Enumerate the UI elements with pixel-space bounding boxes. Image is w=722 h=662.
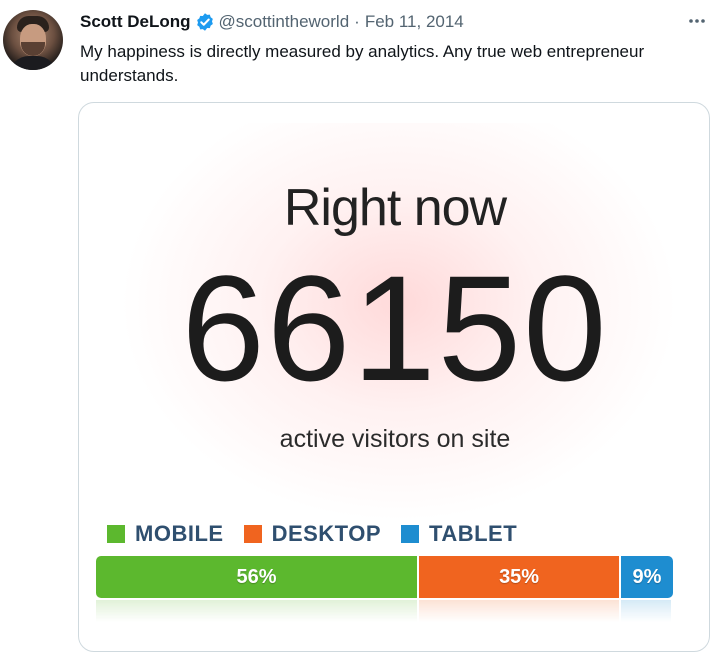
reflection-segment <box>96 600 420 622</box>
device-legend: MOBILE DESKTOP TABLET <box>107 521 537 547</box>
author-handle[interactable]: @scottintheworld <box>219 12 350 32</box>
legend-item-mobile: MOBILE <box>107 521 224 547</box>
tweet-media-image[interactable]: Right now 66150 active visitors on site … <box>78 102 710 652</box>
legend-item-tablet: TABLET <box>401 521 517 547</box>
legend-item-desktop: DESKTOP <box>243 521 382 547</box>
more-horizontal-icon[interactable] <box>684 10 710 32</box>
reflection-segment <box>621 600 673 622</box>
device-share-bar: 56% 35% 9% <box>96 556 673 598</box>
active-visitors-count: 66150 <box>181 244 609 412</box>
legend-swatch <box>401 525 420 543</box>
active-visitors-caption: active visitors on site <box>279 425 511 453</box>
reflection-segment <box>419 600 622 622</box>
tweet-header: Scott DeLong @scottintheworld · Feb 11, … <box>80 11 464 33</box>
tweet[interactable]: Scott DeLong @scottintheworld · Feb 11, … <box>0 0 722 662</box>
legend-label: MOBILE <box>135 521 224 546</box>
header-separator: · <box>354 12 360 31</box>
legend-swatch <box>243 525 262 543</box>
device-share-bar-reflection <box>96 600 673 622</box>
bar-segment-tablet: 9% <box>621 556 673 598</box>
bar-segment-mobile: 56% <box>96 556 420 598</box>
verified-badge-icon <box>195 12 215 32</box>
legend-label: TABLET <box>429 521 518 546</box>
legend-label: DESKTOP <box>271 521 382 546</box>
right-now-heading: Right now <box>283 179 507 237</box>
tweet-date[interactable]: Feb 11, 2014 <box>365 12 464 32</box>
tweet-text: My happiness is directly measured by ana… <box>80 42 645 85</box>
avatar[interactable] <box>3 10 63 70</box>
legend-swatch <box>107 525 125 543</box>
author-display-name[interactable]: Scott DeLong <box>80 12 191 32</box>
bar-segment-desktop: 35% <box>419 556 622 598</box>
